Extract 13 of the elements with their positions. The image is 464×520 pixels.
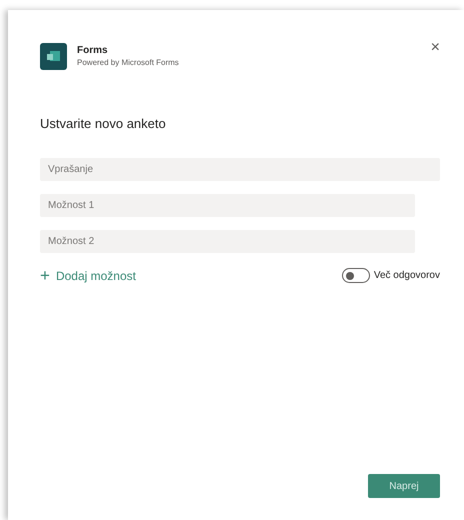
app-logo-icon bbox=[40, 43, 67, 70]
dialog-heading: Ustvarite novo anketo bbox=[40, 115, 167, 133]
toggle-label: Več odgovorov bbox=[374, 269, 440, 283]
question-field[interactable]: Vprašanje bbox=[40, 158, 440, 180]
close-button[interactable]: × bbox=[430, 40, 440, 56]
next-button[interactable]: Naprej bbox=[368, 474, 440, 498]
toggle-switch[interactable] bbox=[342, 268, 370, 283]
app-subtitle: Powered by Microsoft Forms bbox=[77, 56, 179, 68]
option-field[interactable]: Možnost 1 bbox=[40, 194, 415, 216]
app-title: Forms bbox=[77, 44, 109, 56]
option-field[interactable]: Možnost 2 bbox=[40, 230, 415, 252]
add-option-button[interactable]: + Dodaj možnost bbox=[40, 266, 136, 284]
plus-icon: + bbox=[40, 267, 50, 284]
